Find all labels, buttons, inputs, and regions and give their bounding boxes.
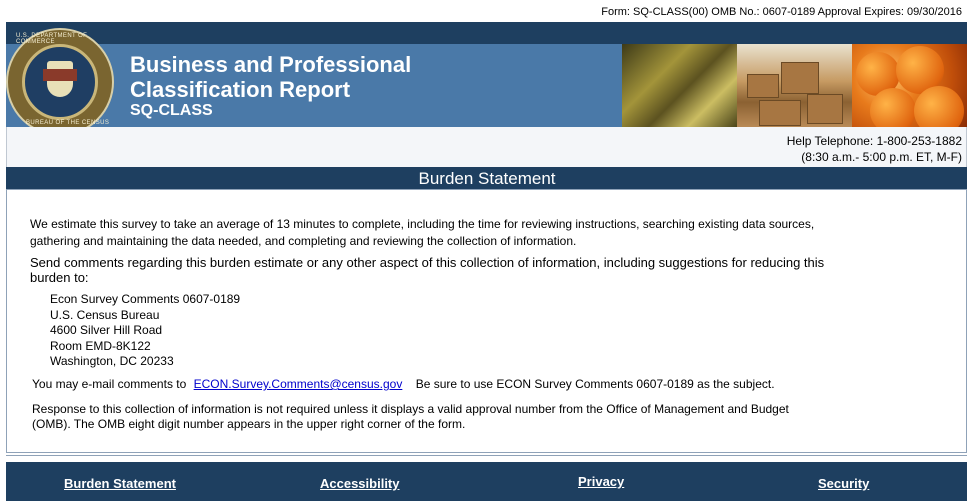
form-info: Form: SQ-CLASS(00) OMB No.: 0607-0189 Ap… bbox=[601, 6, 962, 18]
response-notice: Response to this collection of informati… bbox=[32, 402, 789, 431]
mailing-address: Econ Survey Comments 0607-0189 U.S. Cens… bbox=[50, 292, 240, 370]
address-line: U.S. Census Bureau bbox=[50, 307, 160, 322]
page-title-line1: Business and Professional bbox=[130, 52, 412, 77]
census-seal-logo: U.S. DEPARTMENT OF COMMERCE BUREAU OF TH… bbox=[6, 28, 114, 127]
header-photos bbox=[622, 44, 967, 127]
email-link[interactable]: ECON.Survey.Comments@census.gov bbox=[194, 377, 403, 391]
page-subtitle: SQ-CLASS bbox=[130, 102, 213, 119]
email-prefix: You may e-mail comments to bbox=[32, 377, 187, 391]
footer-link-accessibility[interactable]: Accessibility bbox=[320, 476, 400, 491]
footer-link-burden-statement[interactable]: Burden Statement bbox=[64, 476, 176, 491]
address-line: Econ Survey Comments 0607-0189 bbox=[50, 292, 241, 306]
banner-stripe bbox=[6, 22, 967, 44]
boxes-photo bbox=[737, 44, 852, 127]
email-subject-note: Be sure to use ECON Survey Comments 0607… bbox=[415, 377, 775, 391]
seal-text-top: U.S. DEPARTMENT OF COMMERCE bbox=[16, 33, 88, 45]
email-comments-line: You may e-mail comments to ECON.Survey.C… bbox=[32, 377, 775, 391]
book-icon bbox=[43, 69, 77, 81]
help-hours: (8:30 a.m.- 5:00 p.m. ET, M-F) bbox=[801, 150, 962, 164]
seal-inner bbox=[22, 44, 98, 120]
address-line: Washington, DC 20233 bbox=[50, 354, 174, 368]
address-line: Room EMD-8K122 bbox=[50, 338, 151, 353]
footer-link-security[interactable]: Security bbox=[818, 476, 869, 491]
burden-estimate-text: We estimate this survey to take an avera… bbox=[30, 217, 815, 248]
seal-text-bottom: BUREAU OF THE CENSUS bbox=[26, 120, 110, 126]
form-info-bar: Form: SQ-CLASS(00) OMB No.: 0607-0189 Ap… bbox=[0, 0, 974, 22]
footer-divider bbox=[6, 455, 967, 456]
section-title: Burden Statement bbox=[418, 169, 556, 188]
oranges-photo bbox=[852, 44, 967, 127]
address-line: 4600 Silver Hill Road bbox=[50, 323, 163, 337]
help-telephone: Help Telephone: 1-800-253-1882 bbox=[786, 134, 962, 148]
hardware-photo bbox=[622, 44, 737, 127]
footer-link-privacy[interactable]: Privacy bbox=[578, 474, 624, 489]
page-title-line2: Classification Report bbox=[130, 77, 351, 102]
send-comments-text: Send comments regarding this burden esti… bbox=[30, 255, 825, 285]
header-banner: U.S. DEPARTMENT OF COMMERCE BUREAU OF TH… bbox=[6, 22, 967, 127]
